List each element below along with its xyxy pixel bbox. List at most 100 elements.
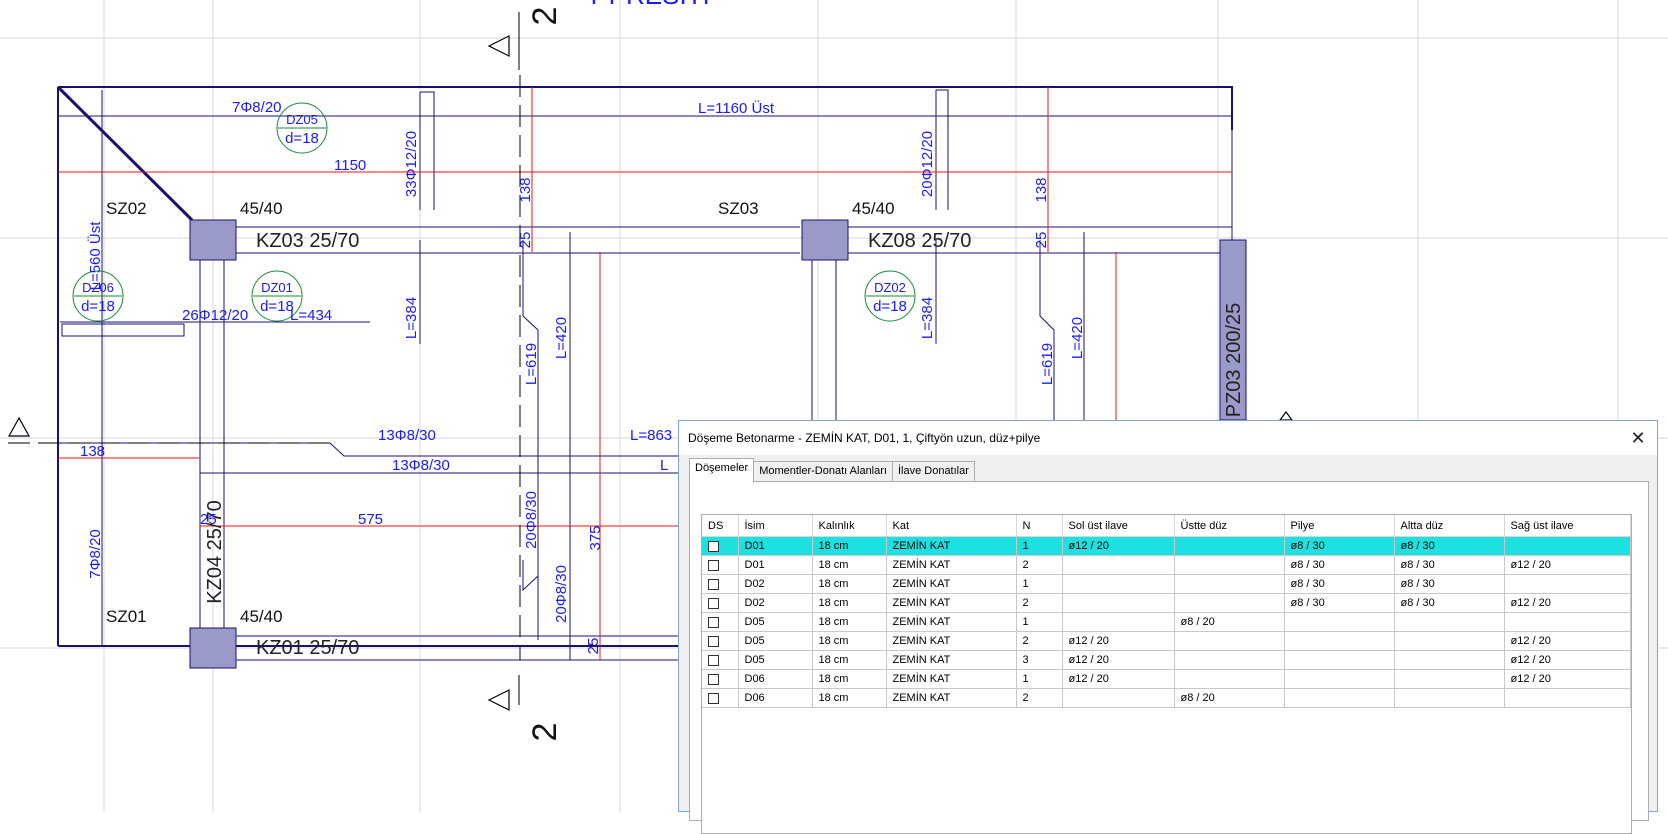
table-row[interactable]: D02 18 cm ZEMİN KAT 1 ø8 / 30 ø8 / 30 xyxy=(702,574,1631,594)
cell-floor[interactable]: ZEMİN KAT xyxy=(886,669,1017,689)
ds-checkbox[interactable] xyxy=(708,692,719,704)
ds-checkbox-cell[interactable] xyxy=(702,631,739,651)
column-header-bottom-straight[interactable]: Altta düz xyxy=(1394,515,1505,537)
cell-top-straight[interactable] xyxy=(1174,593,1285,613)
cell-bent-bar[interactable] xyxy=(1284,669,1395,689)
cell-left-top-extra[interactable] xyxy=(1062,612,1175,632)
cell-bottom-straight[interactable]: ø8 / 30 xyxy=(1394,536,1505,556)
cell-thickness[interactable]: 18 cm xyxy=(812,688,887,708)
cell-top-straight[interactable] xyxy=(1174,536,1285,556)
cell-floor[interactable]: ZEMİN KAT xyxy=(886,688,1017,708)
table-row[interactable]: D01 18 cm ZEMİN KAT 1 ø12 / 20 ø8 / 30 ø8 / 30 xyxy=(702,536,1631,556)
cell-bottom-straight[interactable]: ø8 / 30 xyxy=(1394,593,1505,613)
cell-floor[interactable]: ZEMİN KAT xyxy=(886,555,1017,575)
column-header-thickness[interactable]: Kalınlık xyxy=(812,515,887,537)
close-icon[interactable]: ✕ xyxy=(1627,427,1649,449)
column-header-floor[interactable]: Kat xyxy=(886,515,1017,537)
cell-top-straight[interactable] xyxy=(1174,555,1285,575)
column-header-name[interactable]: İsim xyxy=(738,515,813,537)
ds-checkbox-cell[interactable] xyxy=(702,555,739,575)
tab-extra-rebar[interactable]: İlave Donatılar xyxy=(891,461,975,483)
column-header-bent-bar[interactable]: Pilye xyxy=(1284,515,1395,537)
cell-left-top-extra[interactable]: ø12 / 20 xyxy=(1062,669,1175,689)
cell-bottom-straight[interactable] xyxy=(1394,631,1505,651)
column-header-n[interactable]: N xyxy=(1016,515,1063,537)
cell-bent-bar[interactable]: ø8 / 30 xyxy=(1284,555,1395,575)
cell-floor[interactable]: ZEMİN KAT xyxy=(886,631,1017,651)
ds-checkbox-cell[interactable] xyxy=(702,612,739,632)
cell-name[interactable]: D06 xyxy=(738,669,813,689)
cell-top-straight[interactable] xyxy=(1174,574,1285,594)
ds-checkbox-cell[interactable] xyxy=(702,593,739,613)
cell-left-top-extra[interactable] xyxy=(1062,688,1175,708)
cell-floor[interactable]: ZEMİN KAT xyxy=(886,593,1017,613)
cell-left-top-extra[interactable]: ø12 / 20 xyxy=(1062,650,1175,670)
cell-name[interactable]: D05 xyxy=(738,612,813,632)
tab-moments[interactable]: Momentler-Donatı Alanları xyxy=(753,461,893,483)
table-row[interactable]: D02 18 cm ZEMİN KAT 2 ø8 / 30 ø8 / 30 ø12 / 20 xyxy=(702,593,1631,613)
ds-checkbox-cell[interactable] xyxy=(702,688,739,708)
cell-left-top-extra[interactable] xyxy=(1062,574,1175,594)
cell-name[interactable]: D02 xyxy=(738,593,813,613)
cell-top-straight[interactable]: ø8 / 20 xyxy=(1174,612,1285,632)
column-header-left-top-extra[interactable]: Sol üst ilave xyxy=(1062,515,1175,537)
ds-checkbox[interactable] xyxy=(708,654,719,666)
ds-checkbox-cell[interactable] xyxy=(702,650,739,670)
ds-checkbox[interactable] xyxy=(708,559,719,571)
cell-bottom-straight[interactable]: ø8 / 30 xyxy=(1394,574,1505,594)
cell-floor[interactable]: ZEMİN KAT xyxy=(886,574,1017,594)
ds-checkbox[interactable] xyxy=(708,578,719,590)
cell-right-top-extra[interactable] xyxy=(1504,612,1631,632)
table-row[interactable]: D05 18 cm ZEMİN KAT 1 ø8 / 20 xyxy=(702,612,1631,632)
cell-thickness[interactable]: 18 cm xyxy=(812,555,887,575)
cell-top-straight[interactable] xyxy=(1174,669,1285,689)
cell-name[interactable]: D06 xyxy=(738,688,813,708)
cell-thickness[interactable]: 18 cm xyxy=(812,631,887,651)
cell-n[interactable]: 2 xyxy=(1016,555,1063,575)
slab-reinforcement-dialog[interactable]: Döşeme Betonarme - ZEMİN KAT, D01, 1, Çi… xyxy=(678,420,1658,834)
cell-n[interactable]: 2 xyxy=(1016,631,1063,651)
cell-top-straight[interactable] xyxy=(1174,631,1285,651)
ds-checkbox[interactable] xyxy=(708,597,719,609)
cell-right-top-extra[interactable]: ø12 / 20 xyxy=(1504,593,1631,613)
cell-bent-bar[interactable]: ø8 / 30 xyxy=(1284,593,1395,613)
cell-bent-bar[interactable] xyxy=(1284,631,1395,651)
cell-n[interactable]: 2 xyxy=(1016,593,1063,613)
ds-checkbox-cell[interactable] xyxy=(702,536,739,556)
tab-slabs[interactable]: Döşemeler xyxy=(689,458,755,483)
column-header-ds[interactable]: DS xyxy=(702,515,739,537)
cell-bottom-straight[interactable] xyxy=(1394,669,1505,689)
cell-bent-bar[interactable]: ø8 / 30 xyxy=(1284,574,1395,594)
cell-left-top-extra[interactable] xyxy=(1062,555,1175,575)
ds-checkbox-cell[interactable] xyxy=(702,669,739,689)
cell-right-top-extra[interactable]: ø12 / 20 xyxy=(1504,631,1631,651)
cell-n[interactable]: 1 xyxy=(1016,574,1063,594)
cell-n[interactable]: 1 xyxy=(1016,536,1063,556)
cell-name[interactable]: D05 xyxy=(738,650,813,670)
ds-checkbox[interactable] xyxy=(708,540,719,552)
table-row[interactable]: D05 18 cm ZEMİN KAT 2 ø12 / 20 ø12 / 20 xyxy=(702,631,1631,651)
cell-n[interactable]: 3 xyxy=(1016,650,1063,670)
cell-bent-bar[interactable] xyxy=(1284,650,1395,670)
cell-bent-bar[interactable] xyxy=(1284,612,1395,632)
cell-n[interactable]: 1 xyxy=(1016,669,1063,689)
cell-floor[interactable]: ZEMİN KAT xyxy=(886,612,1017,632)
cell-left-top-extra[interactable] xyxy=(1062,593,1175,613)
cell-right-top-extra[interactable]: ø12 / 20 xyxy=(1504,669,1631,689)
cell-thickness[interactable]: 18 cm xyxy=(812,593,887,613)
cell-bottom-straight[interactable] xyxy=(1394,612,1505,632)
slab-table[interactable]: DS İsim Kalınlık Kat N Sol üst ilave Üst… xyxy=(701,514,1632,834)
cell-thickness[interactable]: 18 cm xyxy=(812,574,887,594)
cell-thickness[interactable]: 18 cm xyxy=(812,669,887,689)
cell-right-top-extra[interactable] xyxy=(1504,574,1631,594)
cell-floor[interactable]: ZEMİN KAT xyxy=(886,536,1017,556)
dialog-title-bar[interactable]: Döşeme Betonarme - ZEMİN KAT, D01, 1, Çi… xyxy=(679,421,1657,455)
table-row[interactable]: D06 18 cm ZEMİN KAT 1 ø12 / 20 ø12 / 20 xyxy=(702,669,1631,689)
cell-n[interactable]: 1 xyxy=(1016,612,1063,632)
cell-top-straight[interactable] xyxy=(1174,650,1285,670)
cell-top-straight[interactable]: ø8 / 20 xyxy=(1174,688,1285,708)
table-row[interactable]: D01 18 cm ZEMİN KAT 2 ø8 / 30 ø8 / 30 ø12 / 20 xyxy=(702,555,1631,575)
cell-thickness[interactable]: 18 cm xyxy=(812,612,887,632)
cell-thickness[interactable]: 18 cm xyxy=(812,650,887,670)
cell-bottom-straight[interactable]: ø8 / 30 xyxy=(1394,555,1505,575)
